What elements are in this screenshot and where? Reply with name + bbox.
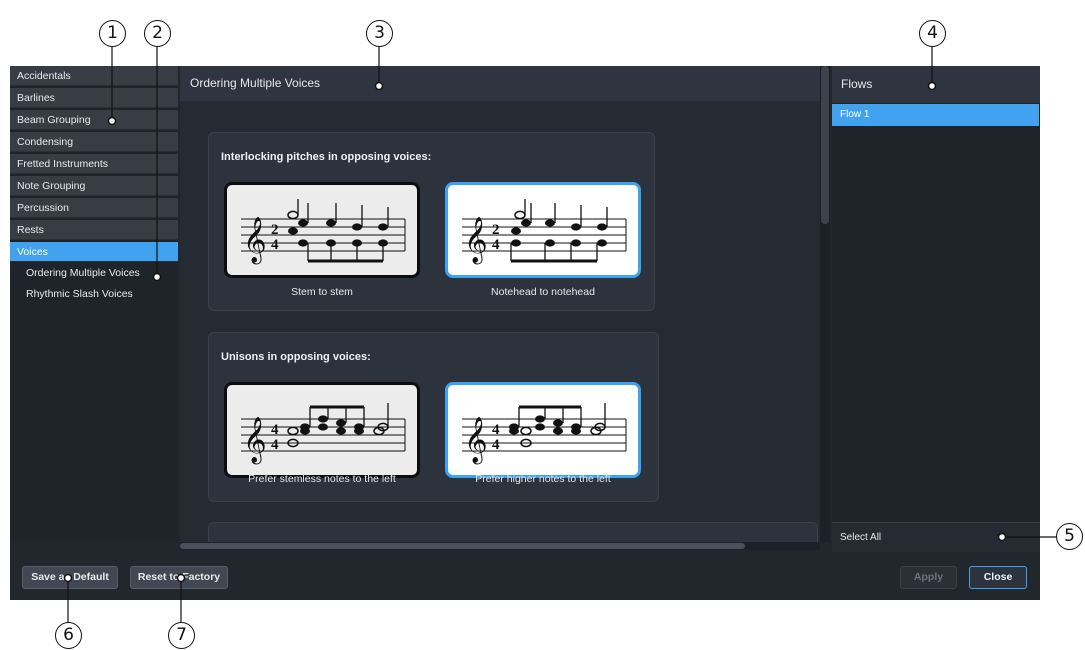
callout-7: 7: [168, 622, 195, 649]
callout-leaders: [63, 47, 1056, 623]
callout-1: 1: [99, 20, 126, 47]
callout-2: 2: [144, 20, 171, 47]
callout-4: 4: [919, 20, 946, 47]
callout-6: 6: [55, 622, 82, 649]
callout-3: 3: [366, 20, 393, 47]
callout-5: 5: [1056, 523, 1083, 550]
